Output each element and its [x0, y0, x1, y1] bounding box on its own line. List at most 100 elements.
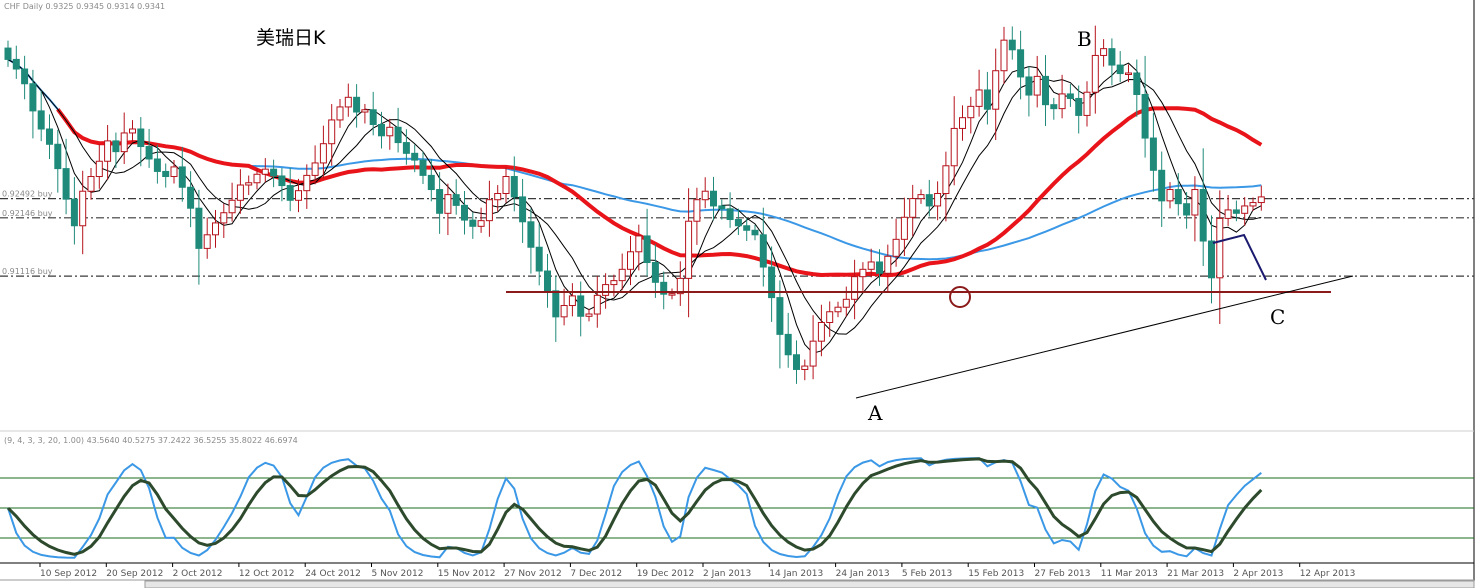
candle-bull: [485, 199, 493, 222]
candle-bull: [87, 176, 95, 192]
candle-bull: [892, 238, 900, 257]
candle-bear: [153, 158, 161, 172]
price-level-label: 0.92492 buy: [2, 190, 53, 199]
candle-bull: [170, 166, 178, 178]
wave-label-c: C: [1270, 305, 1285, 329]
x-tick-label: 2 Jan 2013: [703, 569, 751, 579]
candle-bull: [909, 198, 917, 218]
candle-bear: [62, 168, 70, 200]
candle-bull: [120, 132, 128, 153]
candle-bull: [344, 96, 352, 108]
candle-bear: [278, 175, 286, 187]
candle-bull: [1224, 209, 1232, 219]
candle-bear: [1116, 64, 1124, 75]
candle-bear: [710, 190, 717, 207]
candle-bull: [834, 306, 842, 313]
candle-bull: [1257, 196, 1265, 204]
candle-bear: [469, 219, 477, 227]
candle-bull: [494, 193, 502, 201]
candle-bull: [129, 128, 136, 134]
wave-label-a: A: [867, 401, 883, 425]
candle-bull: [975, 89, 983, 107]
candle-bear: [369, 109, 377, 125]
candle-bear: [1174, 189, 1182, 205]
candle-bear: [651, 262, 659, 283]
candle-bull: [685, 220, 693, 279]
candle-bear: [145, 146, 153, 160]
candle-bull: [236, 184, 244, 201]
price-level-label: 0.91116 buy: [2, 267, 53, 276]
candle-bull: [261, 168, 269, 175]
candle-bull: [585, 313, 593, 317]
candle-bear: [452, 194, 460, 206]
candle-bull: [959, 117, 966, 129]
candle-bull: [635, 235, 643, 253]
price-level-label: 0.92146 buy: [2, 209, 53, 218]
candle-bear: [1042, 75, 1049, 106]
candle-bull: [311, 162, 319, 176]
candle-bull: [950, 127, 958, 167]
candle-bear: [643, 235, 651, 264]
candle-bear: [1141, 93, 1149, 139]
candle-bear: [718, 205, 726, 210]
x-tick-label: 12 Oct 2012: [239, 569, 295, 579]
candle-bear: [70, 198, 78, 227]
candle-bull: [934, 193, 942, 207]
candle-bear: [461, 204, 468, 221]
candle-bear: [983, 89, 991, 110]
candle-bull: [693, 199, 701, 222]
candle-bull: [1058, 93, 1066, 110]
candle-bull: [817, 322, 825, 342]
candle-bull: [79, 190, 87, 227]
candle-bull: [1249, 202, 1257, 207]
candle-bull: [1191, 189, 1199, 216]
candle-bear: [1208, 240, 1215, 279]
candle-bull: [900, 216, 908, 240]
wave-label-b: B: [1077, 27, 1092, 51]
candle-bear: [510, 176, 518, 198]
candle-bull: [560, 305, 568, 318]
candle-bear: [21, 68, 29, 85]
candle-bull: [1125, 72, 1132, 75]
candle-bear: [759, 234, 767, 268]
candle-bear: [270, 168, 278, 177]
candle-bull: [361, 109, 369, 113]
candle-bear: [112, 140, 120, 153]
candle-bear: [726, 208, 734, 221]
candle-bear: [519, 196, 527, 223]
candle-bear: [1075, 97, 1083, 116]
x-tick-label: 27 Feb 2013: [1035, 569, 1091, 579]
candle-bull: [220, 212, 228, 224]
candle-bear: [1066, 93, 1074, 99]
candle-bull: [212, 222, 219, 236]
candle-bear: [394, 126, 402, 144]
candle-bear: [4, 47, 12, 60]
candle-bull: [859, 268, 867, 278]
candle-bear: [776, 297, 784, 335]
candle-bear: [54, 143, 62, 170]
candle-bear: [12, 58, 20, 70]
candle-bear: [427, 174, 435, 191]
candle-bull: [319, 143, 327, 164]
x-tick-label: 15 Nov 2012: [438, 569, 496, 579]
x-tick-label: 24 Jan 2013: [836, 569, 890, 579]
candle-bull: [328, 119, 336, 145]
candle-bear: [402, 142, 410, 154]
x-tick-label: 24 Oct 2012: [305, 569, 361, 579]
scrollbar-thumb[interactable]: [144, 580, 1475, 588]
candle-bull: [1241, 205, 1249, 214]
candle-bull: [303, 174, 311, 192]
annotation-title: 美瑞日K: [256, 27, 326, 49]
candle-bear: [544, 270, 551, 292]
candle-bull: [228, 199, 236, 214]
candle-bull: [253, 173, 261, 184]
candle-bear: [1158, 169, 1166, 202]
candle-bear: [1017, 49, 1025, 78]
candle-bear: [577, 295, 585, 317]
candle-bull: [1091, 54, 1099, 93]
candle-bear: [784, 333, 792, 356]
x-tick-label: 21 Mar 2013: [1167, 569, 1224, 579]
x-tick-label: 2 Apr 2013: [1233, 569, 1283, 579]
candle-bull: [477, 220, 485, 227]
indicator-header: (9, 4, 3, 3, 20, 1.00) 43.5640 40.5275 3…: [4, 436, 298, 445]
